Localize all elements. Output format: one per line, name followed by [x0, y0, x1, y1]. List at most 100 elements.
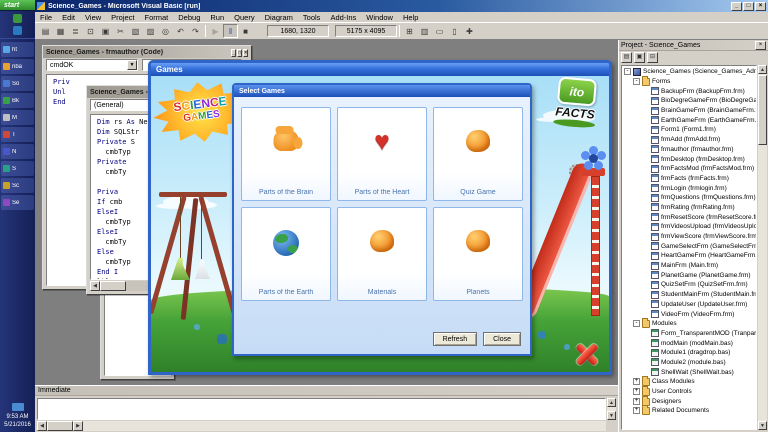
scroll-down-icon[interactable]: ▼	[758, 421, 767, 430]
form-layout-button[interactable]: ▭	[432, 24, 447, 38]
menu-item[interactable]: Tools	[298, 13, 326, 22]
tree-expander-icon[interactable]: +	[633, 378, 640, 385]
menu-item[interactable]: Diagram	[260, 13, 298, 22]
tree-item[interactable]: Form1 (Form1.frm)	[622, 125, 756, 135]
menu-item[interactable]: Edit	[57, 13, 80, 22]
taskbar-button[interactable]: M	[1, 110, 34, 125]
taskbar-button[interactable]: nba	[1, 59, 34, 74]
add-form-button[interactable]: ▦	[53, 24, 68, 38]
menu-item[interactable]: Add-Ins	[325, 13, 361, 22]
refresh-button[interactable]: Refresh	[433, 332, 478, 346]
tree-item[interactable]: Module1 (dragdrop.bas)	[622, 348, 756, 358]
scroll-down-icon[interactable]: ▼	[607, 411, 616, 420]
scroll-left-icon[interactable]: ◀	[90, 281, 100, 291]
taskbar-button[interactable]: ht	[1, 42, 34, 57]
tree-item[interactable]: modMain (modMain.bas)	[622, 338, 756, 348]
tree-item[interactable]: HeartGameFrm (HeartGameFrm.frm)	[622, 251, 756, 261]
start-button[interactable]: start	[0, 0, 35, 11]
tree-item[interactable]: frmLogin (frmlogin.frm)	[622, 183, 756, 193]
quick-launch-icon[interactable]	[13, 14, 22, 23]
close-button[interactable]: ×	[755, 2, 766, 11]
add-project-button[interactable]: ▤	[38, 24, 53, 38]
menu-item[interactable]: View	[80, 13, 106, 22]
find-button[interactable]: ◎	[158, 24, 173, 38]
close-icon[interactable]: ×	[755, 41, 766, 50]
scroll-up-icon[interactable]: ▲	[758, 65, 767, 74]
tree-item[interactable]: frmQuestions (frmQuestions.frm)	[622, 193, 756, 203]
menu-item[interactable]: Query	[229, 13, 259, 22]
code-window-titlebar[interactable]: Science_Games - frmauthor (Code) _□×	[43, 46, 251, 58]
tree-item[interactable]: - Modules	[622, 319, 756, 329]
tray-icon[interactable]	[12, 403, 24, 411]
tree-item[interactable]: BackupFrm (BackupFrm.frm)	[622, 86, 756, 96]
close-button[interactable]: ×	[243, 49, 248, 57]
tree-item[interactable]: PlanetGame (PlanetGame.frm)	[622, 270, 756, 280]
tree-item[interactable]: StudentMainFrm (StudentMain.frm)	[622, 290, 756, 300]
taskbar-button[interactable]: S	[1, 161, 34, 176]
menu-item[interactable]: Run	[205, 13, 229, 22]
taskbar-button[interactable]: Bk	[1, 93, 34, 108]
horizontal-scrollbar[interactable]: ◀ ▶	[37, 421, 606, 431]
tree-item[interactable]: GameSelectFrm (GameSelectFrm.frm)	[622, 241, 756, 251]
view-code-button[interactable]: ▤	[621, 52, 632, 63]
taskbar-button[interactable]: So	[1, 76, 34, 91]
tree-item[interactable]: BrainGameFrm (BrainGameFrm.frm)	[622, 106, 756, 116]
restore-button[interactable]: □	[743, 2, 754, 11]
menu-editor-button[interactable]: ≣	[68, 24, 83, 38]
taskbar-button[interactable]: Sc	[1, 178, 34, 193]
tree-item[interactable]: frmResetScore (frmResetScore.frm)	[622, 212, 756, 222]
tree-item[interactable]: frmDesktop (frmDesktop.frm)	[622, 154, 756, 164]
chevron-down-icon[interactable]: ▼	[127, 60, 137, 70]
tree-expander-icon[interactable]: -	[633, 320, 640, 327]
tree-item[interactable]: - Forms	[622, 77, 756, 87]
tree-item[interactable]: frmFactsMod (frmFactsMod.frm)	[622, 164, 756, 174]
vertical-scrollbar[interactable]: ▲ ▼	[758, 65, 767, 430]
game-tile[interactable]: Planets	[433, 207, 523, 301]
immediate-header[interactable]: Immediate	[35, 386, 618, 396]
save-project-button[interactable]: ▣	[98, 24, 113, 38]
close-button[interactable]: Close	[483, 332, 521, 346]
quick-launch-icon[interactable]	[13, 26, 22, 35]
properties-window-button[interactable]: ▥	[417, 24, 432, 38]
tree-item[interactable]: frmFacts (frmFacts.frm)	[622, 174, 756, 184]
scrollbar-thumb[interactable]	[47, 421, 73, 431]
scroll-left-icon[interactable]: ◀	[37, 421, 47, 431]
tree-item[interactable]: frmRating (frmRating.frm)	[622, 203, 756, 213]
game-tile[interactable]: Parts of the Brain	[241, 107, 331, 201]
tree-item[interactable]: BioDegreGameFrm (BioDegreGameFrm.frm)	[622, 96, 756, 106]
tree-expander-icon[interactable]: -	[624, 68, 631, 75]
taskbar-button[interactable]: T	[1, 127, 34, 142]
tree-item[interactable]: frmVideosUpload (frmVideosUpload.frm)	[622, 222, 756, 232]
object-browser-button[interactable]: ▯	[447, 24, 462, 38]
tree-item[interactable]: frmauthor (frmauthor.frm)	[622, 145, 756, 155]
scrollbar-thumb[interactable]	[100, 281, 126, 291]
break-button[interactable]: ‖	[223, 24, 238, 38]
restore-button[interactable]: □	[237, 49, 242, 57]
tree-expander-icon[interactable]: -	[633, 78, 640, 85]
scroll-right-icon[interactable]: ▶	[73, 421, 83, 431]
start-button[interactable]: ▶	[208, 24, 223, 38]
menu-item[interactable]: Help	[398, 13, 423, 22]
scroll-up-icon[interactable]: ▲	[607, 398, 616, 407]
minimize-button[interactable]: _	[731, 2, 742, 11]
menu-item[interactable]: Project	[106, 13, 139, 22]
exit-x-button[interactable]	[575, 342, 599, 366]
immediate-content[interactable]	[37, 398, 606, 420]
taskbar-button[interactable]: N	[1, 144, 34, 159]
cut-button[interactable]: ✂	[113, 24, 128, 38]
vertical-scrollbar[interactable]: ▲ ▼	[607, 398, 616, 420]
tree-item[interactable]: frmAdd (frmAdd.frm)	[622, 135, 756, 145]
tree-expander-icon[interactable]: +	[633, 398, 640, 405]
object-combo[interactable]: cmdOK ▼	[46, 59, 138, 71]
tree-item[interactable]: Form_TransparentMOD (TranparentForm.bas)	[622, 329, 756, 339]
copy-button[interactable]: ▧	[128, 24, 143, 38]
tree-item[interactable]: + Related Documents	[622, 406, 756, 416]
tree-expander-icon[interactable]: +	[633, 388, 640, 395]
games-titlebar[interactable]: Games	[151, 63, 609, 76]
game-tile[interactable]: Parts of the Heart	[337, 107, 427, 201]
tree-item[interactable]: QuizSetFrm (QuizSetFrm.frm)	[622, 280, 756, 290]
tree-expander-icon[interactable]: +	[633, 407, 640, 414]
open-project-button[interactable]: ⊡	[83, 24, 98, 38]
game-tile[interactable]: Parts of the Earth	[241, 207, 331, 301]
tree-item[interactable]: UpdateUser (UpdateUser.frm)	[622, 300, 756, 310]
